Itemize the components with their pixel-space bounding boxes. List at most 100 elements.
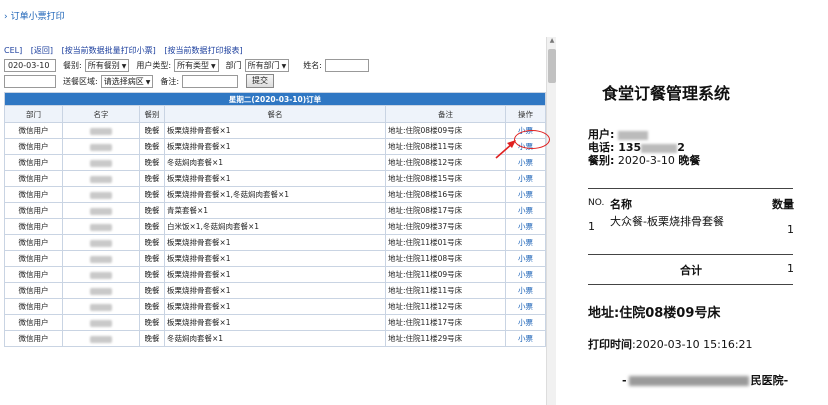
remark-label: 备注:	[160, 76, 180, 86]
cell-dept: 微信用户	[4, 266, 63, 283]
cell-meal: 晚餐	[139, 298, 165, 315]
cell-name	[62, 298, 140, 315]
table-row: 微信用户 晚餐 冬菇焖肉套餐×1 地址:住院11楼29号床 小票	[4, 330, 547, 347]
cell-name	[62, 282, 140, 299]
table-row: 微信用户 晚餐 板栗烧排骨套餐×1 地址:住院08楼11号床 小票	[4, 138, 547, 155]
print-ticket-link[interactable]: 小票	[504, 218, 547, 235]
cell-name	[62, 154, 140, 171]
cell-dept: 微信用户	[4, 186, 63, 203]
cell-meal: 晚餐	[139, 234, 165, 251]
chevron-down-icon: ▼	[121, 62, 127, 70]
name-input[interactable]	[324, 58, 369, 72]
table-row: 微信用户 晚餐 板栗烧排骨套餐×1 地址:住院11楼09号床 小票	[4, 266, 547, 283]
cell-remark: 地址:住院09楼37号床	[385, 218, 506, 235]
cell-dish: 板栗烧排骨套餐×1	[164, 250, 386, 267]
cancel-link[interactable]: CEL]	[4, 46, 22, 55]
print-report-link[interactable]: [按当前数据打印报表]	[164, 46, 242, 55]
cell-meal: 晚餐	[139, 170, 165, 187]
scrollbar[interactable]: ▲	[546, 37, 556, 405]
name-redacted	[90, 271, 112, 279]
divider	[588, 254, 793, 255]
cell-meal: 晚餐	[139, 250, 165, 267]
print-ticket-link[interactable]: 小票	[504, 330, 547, 347]
phone-redacted	[641, 143, 678, 153]
cell-meal: 晚餐	[139, 282, 165, 299]
print-ticket-link[interactable]: 小票	[504, 170, 547, 187]
blank-input[interactable]	[4, 74, 56, 88]
cell-remark: 地址:住院11楼11号床	[385, 282, 506, 299]
cell-dish: 青菜套餐×1	[164, 202, 386, 219]
remark-input[interactable]	[182, 74, 239, 88]
cell-remark: 地址:住院11楼08号床	[385, 250, 506, 267]
print-ticket-link[interactable]: 小票	[504, 282, 547, 299]
cell-dept: 微信用户	[4, 202, 63, 219]
breadcrumb: › 订单小票打印	[4, 9, 65, 22]
print-ticket-link[interactable]: 小票	[504, 234, 547, 251]
cell-meal: 晚餐	[139, 202, 165, 219]
print-ticket-link[interactable]: 小票	[504, 266, 547, 283]
receipt-title: 食堂订餐管理系统	[602, 84, 731, 103]
highlight-circle	[514, 130, 550, 149]
cell-dish: 板栗烧排骨套餐×1	[164, 138, 386, 155]
table-row: 微信用户 晚餐 白米饭×1,冬菇焖肉套餐×1 地址:住院09楼37号床 小票	[4, 218, 547, 235]
receipt-items: NO. 名称 数量 1 大众餐-板栗烧排骨套餐 1	[588, 198, 794, 236]
cell-name	[62, 202, 140, 219]
col-action: 操作	[504, 105, 547, 123]
receipt-info: 用户: 电话: 135 2 餐别: 2020-3-10 晚餐	[588, 128, 701, 167]
cell-dept: 微信用户	[4, 170, 63, 187]
cell-meal: 晚餐	[139, 138, 165, 155]
usertype-label: 用户类型:	[136, 60, 172, 70]
divider	[588, 284, 793, 285]
name-redacted	[90, 207, 112, 215]
cell-remark: 地址:住院08楼16号床	[385, 186, 506, 203]
cell-dept: 微信用户	[4, 314, 63, 331]
cell-remark: 地址:住院08楼09号床	[385, 122, 506, 139]
col-meal: 餐别	[139, 105, 165, 123]
cell-dish: 板栗烧排骨套餐×1	[164, 266, 386, 283]
meal-select[interactable]: 所有餐别 ▼	[84, 58, 130, 72]
cell-dish: 板栗烧排骨套餐×1	[164, 122, 386, 139]
table-row: 微信用户 晚餐 板栗烧排骨套餐×1 地址:住院08楼15号床 小票	[4, 170, 547, 187]
cell-meal: 晚餐	[139, 266, 165, 283]
cell-remark: 地址:住院11楼29号床	[385, 330, 506, 347]
chevron-down-icon: ▼	[145, 78, 151, 86]
print-ticket-link[interactable]: 小票	[504, 202, 547, 219]
table-row: 微信用户 晚餐 板栗烧排骨套餐×1 地址:住院11楼11号床 小票	[4, 282, 547, 299]
scroll-thumb[interactable]	[548, 49, 556, 83]
scroll-up-icon[interactable]: ▲	[547, 37, 556, 47]
area-select[interactable]: 请选择病区 ▼	[100, 74, 154, 88]
name-label: 姓名:	[303, 60, 322, 70]
back-link[interactable]: [返回]	[31, 46, 53, 55]
cell-dept: 微信用户	[4, 218, 63, 235]
cell-dept: 微信用户	[4, 298, 63, 315]
date-input[interactable]: 020-03-10	[4, 58, 56, 72]
cell-meal: 晚餐	[139, 122, 165, 139]
submit-button[interactable]: 提交	[246, 74, 275, 88]
meal-label: 餐别:	[63, 60, 82, 70]
cell-dish: 白米饭×1,冬菇焖肉套餐×1	[164, 218, 386, 235]
print-ticket-link[interactable]: 小票	[504, 314, 547, 331]
cell-name	[62, 186, 140, 203]
batch-print-tickets-link[interactable]: [按当前数据批量打印小票]	[62, 46, 156, 55]
breadcrumb-label[interactable]: 订单小票打印	[11, 12, 65, 22]
arrow-icon	[495, 140, 516, 159]
chevron-down-icon: ▼	[281, 62, 287, 70]
cell-name	[62, 234, 140, 251]
table-row: 微信用户 晚餐 青菜套餐×1 地址:住院08楼17号床 小票	[4, 202, 547, 219]
dept-select[interactable]: 所有部门 ▼	[244, 58, 290, 72]
cell-remark: 地址:住院08楼11号床	[385, 138, 506, 155]
table-title: 星期二(2020-03-10)订单	[3, 92, 547, 106]
receipt-address: 地址:住院08楼09号床	[588, 306, 721, 321]
print-ticket-link[interactable]: 小票	[504, 298, 547, 315]
toolbar-links: CEL] [返回] [按当前数据批量打印小票] [按当前数据打印报表]	[4, 45, 249, 56]
cell-meal: 晚餐	[139, 314, 165, 331]
print-ticket-link[interactable]: 小票	[504, 250, 547, 267]
print-ticket-link[interactable]: 小票	[504, 186, 547, 203]
order-panel: CEL] [返回] [按当前数据批量打印小票] [按当前数据打印报表] 020-…	[0, 37, 556, 405]
cell-dish: 板栗烧排骨套餐×1	[164, 282, 386, 299]
receipt-footer: - 民医院-	[622, 374, 789, 387]
table-row: 微信用户 晚餐 板栗烧排骨套餐×1 地址:住院11楼08号床 小票	[4, 250, 547, 267]
usertype-select[interactable]: 所有类型 ▼	[174, 58, 219, 72]
cell-dept: 微信用户	[4, 282, 63, 299]
filter-form: 020-03-10 餐别: 所有餐别 ▼ 用户类型: 所有类型 ▼ 部门 所有部门 ▼…	[4, 58, 544, 90]
